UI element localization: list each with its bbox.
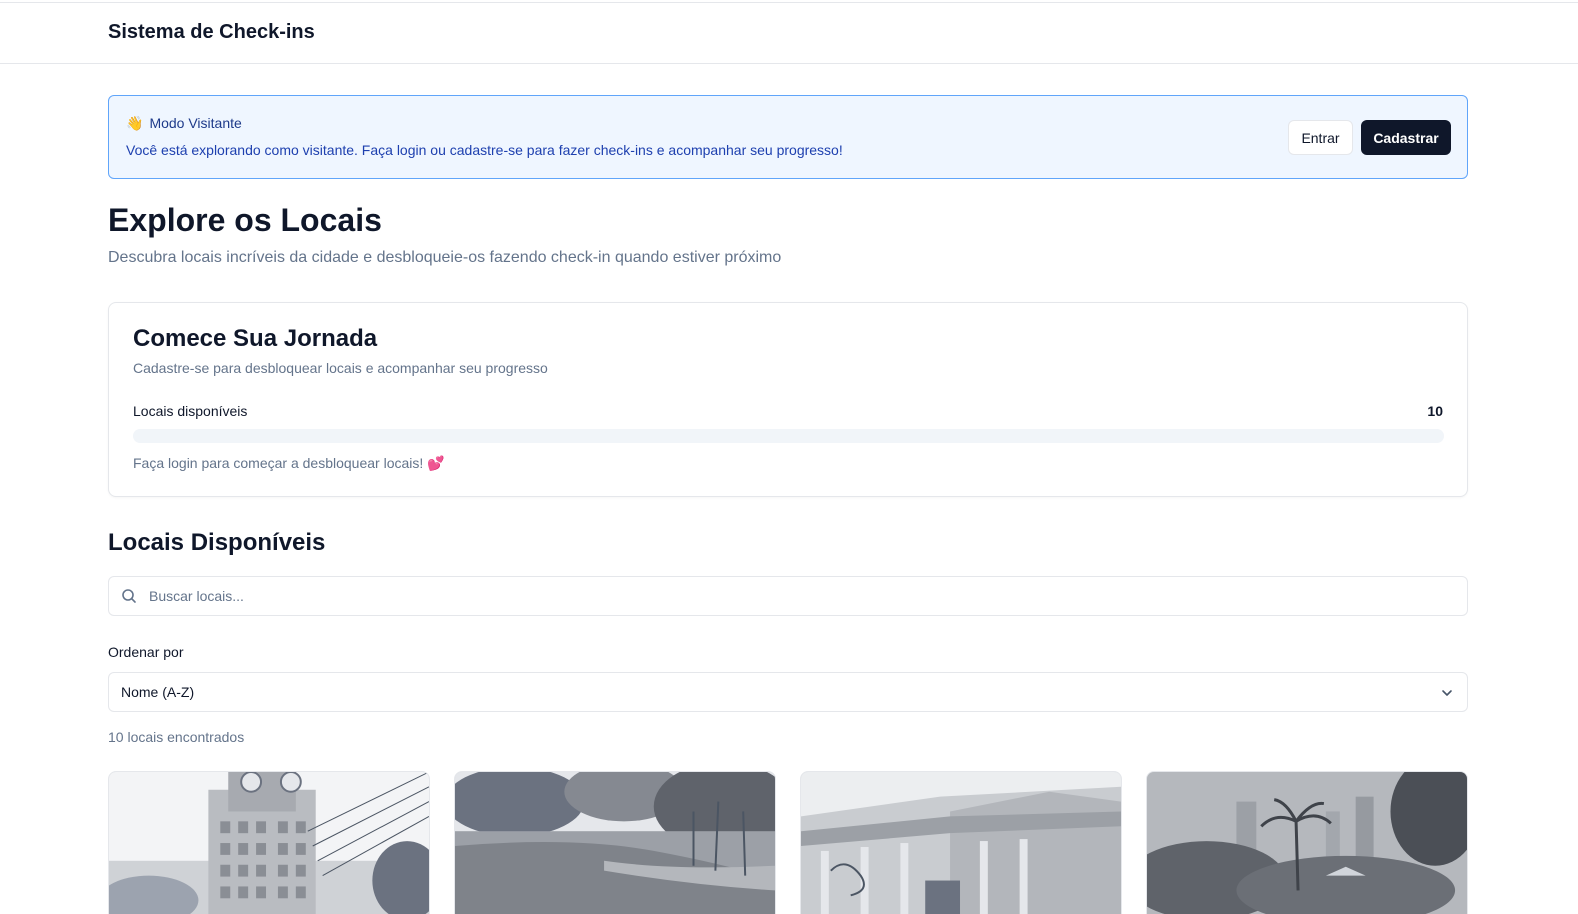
building-photo	[801, 772, 1121, 914]
page-subtitle: Descubra locais incríveis da cidade e de…	[108, 249, 782, 266]
clock-tower-photo	[109, 772, 429, 914]
login-hint: Faça login para começar a desbloquear lo…	[133, 455, 445, 471]
results-count: 10 locais encontrados	[108, 729, 245, 745]
sort-selected-value: Nome (A-Z)	[121, 684, 195, 700]
place-card[interactable]	[1146, 771, 1468, 914]
sort-select[interactable]: Nome (A-Z)	[108, 672, 1468, 712]
progress-bar	[133, 429, 1444, 443]
section-title: Locais Disponíveis	[108, 529, 326, 556]
place-card[interactable]	[454, 771, 776, 914]
search-icon	[122, 589, 136, 603]
search-box[interactable]	[108, 576, 1468, 616]
page-title: Explore os Locais	[108, 202, 382, 238]
journey-title: Comece Sua Jornada	[133, 325, 378, 352]
journey-card: Comece Sua Jornada Cadastre-se para desb…	[108, 302, 1468, 497]
banner-text: Você está explorando como visitante. Faç…	[126, 142, 843, 158]
login-button[interactable]: Entrar	[1288, 120, 1353, 155]
search-input[interactable]	[149, 577, 1449, 615]
progress-count: 10	[1427, 403, 1443, 419]
banner-title: Modo Visitante	[149, 115, 242, 131]
place-card[interactable]	[108, 771, 430, 914]
top-header: Sistema de Check-ins	[0, 2, 1578, 64]
lake-park-photo	[455, 772, 775, 914]
signup-button[interactable]: Cadastrar	[1361, 120, 1451, 155]
palm-trees-photo	[1147, 772, 1467, 914]
app-title: Sistema de Check-ins	[108, 21, 315, 43]
chevron-down-icon	[1442, 690, 1452, 696]
place-card[interactable]	[800, 771, 1122, 914]
visitor-mode-banner: 👋 Modo Visitante Você está explorando co…	[108, 95, 1468, 179]
journey-description: Cadastre-se para desbloquear locais e ac…	[133, 360, 548, 376]
waving-hand-icon: 👋	[126, 115, 144, 131]
banner-title-row: 👋 Modo Visitante	[126, 115, 242, 131]
progress-label: Locais disponíveis	[133, 403, 248, 419]
sort-label: Ordenar por	[108, 644, 184, 660]
